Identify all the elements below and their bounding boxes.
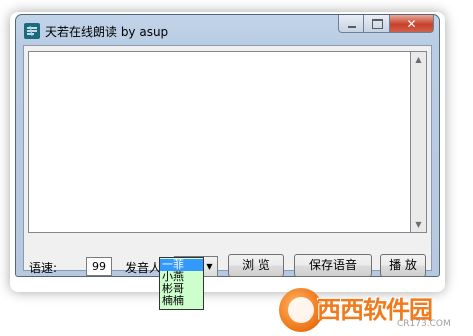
client-area: ▲ ▼ 语速: 99 发音人: 一菲 ▼ 浏 览 保存语音 播 放 xyxy=(23,45,432,277)
play-button[interactable]: 播 放 xyxy=(380,254,426,277)
speed-label: 语速: xyxy=(29,261,58,275)
vertical-scrollbar[interactable]: ▲ ▼ xyxy=(410,51,427,233)
maximize-icon xyxy=(372,19,383,29)
browse-button[interactable]: 浏 览 xyxy=(228,254,284,277)
close-button[interactable]: ✕ xyxy=(390,15,434,33)
text-input-area[interactable] xyxy=(28,51,410,233)
save-voice-button[interactable]: 保存语音 xyxy=(294,254,372,277)
scroll-down-icon[interactable]: ▼ xyxy=(411,217,426,232)
voice-dropdown-list: 一菲 小燕 彬哥 楠楠 xyxy=(159,257,204,310)
speed-input[interactable]: 99 xyxy=(86,257,112,276)
window-title: 天若在线朗读 by asup xyxy=(45,25,169,39)
voice-option[interactable]: 楠楠 xyxy=(160,295,203,307)
maximize-button[interactable] xyxy=(364,15,390,33)
close-icon: ✕ xyxy=(406,17,417,31)
app-window: 天若在线朗读 by asup ✕ ▲ ▼ 语速: 99 发音人: 一菲 ▼ 浏 … xyxy=(15,14,440,277)
scroll-up-icon[interactable]: ▲ xyxy=(411,52,426,67)
caption-buttons: ✕ xyxy=(338,15,434,35)
watermark: 西西软件园 CR173.COM xyxy=(279,288,469,334)
app-icon xyxy=(24,23,40,39)
minimize-button[interactable] xyxy=(338,15,364,33)
voice-option[interactable]: 小燕 xyxy=(160,271,203,283)
voice-option[interactable]: 一菲 xyxy=(160,259,203,271)
voice-option[interactable]: 彬哥 xyxy=(160,283,203,295)
watermark-url: CR173.COM xyxy=(397,319,451,329)
minimize-icon xyxy=(348,26,356,28)
